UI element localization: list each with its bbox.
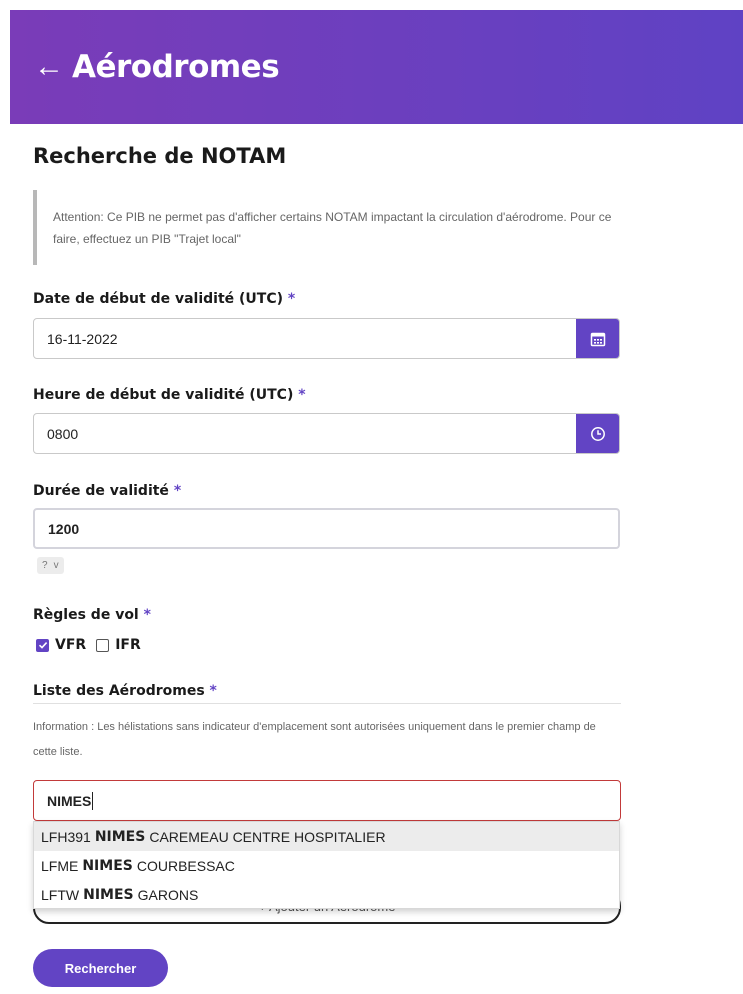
ifr-checkbox[interactable] bbox=[96, 638, 110, 652]
aerodrome-search-value: NIMES bbox=[47, 792, 92, 809]
aerodromes-label: Liste des Aérodromes * bbox=[33, 683, 217, 699]
search-button[interactable]: Rechercher bbox=[33, 949, 168, 987]
required-marker: * bbox=[143, 607, 151, 623]
clock-button[interactable] bbox=[576, 414, 619, 453]
vfr-checkbox[interactable] bbox=[36, 638, 49, 652]
start-time-label: Heure de début de validité (UTC) * bbox=[33, 387, 306, 403]
help-icon: ? bbox=[42, 560, 48, 571]
section-divider bbox=[33, 703, 621, 704]
warning-notice: Attention: Ce PIB ne permet pas d'affich… bbox=[33, 190, 619, 265]
vfr-label[interactable]: VFR bbox=[55, 637, 86, 653]
text-caret bbox=[92, 791, 94, 810]
chevron-down-icon: v bbox=[53, 560, 59, 571]
required-marker: * bbox=[298, 387, 306, 403]
back-arrow-icon[interactable]: ← bbox=[34, 52, 64, 82]
required-marker: * bbox=[209, 683, 217, 699]
check-icon bbox=[38, 642, 47, 649]
autocomplete-dropdown: LFH391 NIMES CAREMEAU CENTRE HOSPITALIER L… bbox=[33, 821, 620, 909]
page-title: Recherche de NOTAM bbox=[33, 144, 287, 168]
flight-rules-options: VFR IFR bbox=[36, 637, 141, 653]
notice-text: Attention: Ce PIB ne permet pas d'affich… bbox=[53, 210, 612, 246]
start-date-value: 16-11-2022 bbox=[47, 330, 118, 347]
required-marker: * bbox=[173, 483, 182, 499]
start-date-field[interactable]: 16-11-2022 bbox=[33, 318, 620, 359]
duration-field[interactable]: 1200 bbox=[33, 508, 620, 549]
suggestion-item[interactable]: LFME NIMES COURBESSAC bbox=[34, 851, 619, 880]
search-button-label: Rechercher bbox=[64, 960, 137, 976]
duration-label: Durée de validité * bbox=[33, 483, 182, 499]
start-time-value: 0800 bbox=[47, 425, 79, 442]
suggestion-item[interactable]: LFTW NIMES GARONS bbox=[34, 880, 619, 909]
aerodrome-search-input[interactable]: NIMES bbox=[33, 780, 621, 821]
flight-rules-label: Règles de vol * bbox=[33, 607, 151, 623]
clock-icon bbox=[590, 426, 605, 441]
header-title: Aérodromes bbox=[72, 49, 280, 85]
suggestion-item[interactable]: LFH391 NIMES CAREMEAU CENTRE HOSPITALIER bbox=[34, 822, 619, 851]
duration-value: 1200 bbox=[48, 520, 80, 537]
app-header: ← Aérodromes bbox=[10, 10, 743, 124]
aerodromes-info: Information : Les hélistations sans indi… bbox=[33, 721, 596, 758]
calendar-icon bbox=[590, 332, 605, 346]
ifr-label[interactable]: IFR bbox=[115, 637, 141, 653]
required-marker: * bbox=[287, 291, 296, 307]
duration-hint-badge[interactable]: ? v bbox=[37, 557, 64, 574]
start-time-field[interactable]: 0800 bbox=[33, 413, 620, 454]
calendar-button[interactable] bbox=[576, 319, 619, 358]
start-date-label: Date de début de validité (UTC) * bbox=[33, 291, 296, 307]
